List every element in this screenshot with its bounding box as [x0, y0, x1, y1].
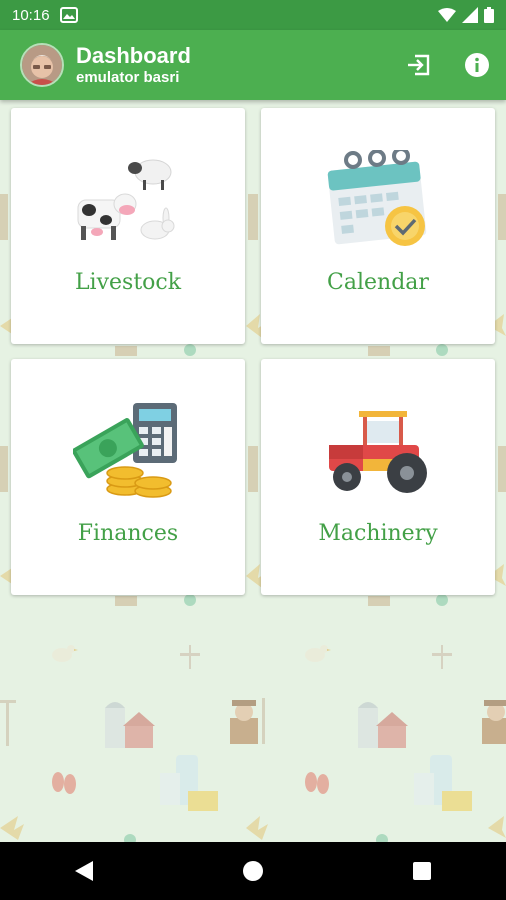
- app-bar: Dashboard emulator basri: [0, 30, 506, 100]
- logout-button[interactable]: [390, 36, 448, 94]
- app-title: Dashboard: [76, 43, 191, 68]
- machinery-card[interactable]: Machinery: [261, 359, 495, 595]
- signal-icon: [462, 7, 478, 23]
- battery-icon: [484, 7, 494, 23]
- card-label: Machinery: [318, 521, 438, 546]
- avatar[interactable]: [20, 43, 64, 87]
- finances-card[interactable]: Finances: [11, 359, 245, 595]
- recents-button[interactable]: [382, 842, 462, 900]
- calendar-icon: [327, 150, 427, 246]
- home-button[interactable]: [213, 842, 293, 900]
- home-icon: [242, 861, 263, 881]
- status-bar: 10:16: [0, 0, 506, 30]
- info-button[interactable]: [448, 36, 506, 94]
- user-name: emulator basri: [76, 69, 180, 86]
- navigation-bar: [0, 842, 506, 900]
- wifi-icon: [438, 8, 456, 22]
- finances-icon: [73, 403, 177, 498]
- info-icon: [465, 53, 489, 77]
- livestock-card[interactable]: Livestock: [11, 108, 245, 344]
- image-notification-icon: [59, 7, 78, 23]
- logout-icon: [408, 54, 430, 76]
- calendar-card[interactable]: Calendar: [261, 108, 495, 344]
- card-label: Livestock: [74, 270, 182, 295]
- status-time: 10:16: [12, 6, 50, 24]
- card-label: Calendar: [327, 270, 429, 295]
- machinery-icon: [329, 411, 427, 493]
- livestock-icon: [77, 159, 175, 240]
- back-icon: [75, 861, 94, 881]
- card-label: Finances: [77, 521, 179, 546]
- recents-icon: [412, 862, 431, 880]
- back-button[interactable]: [44, 842, 124, 900]
